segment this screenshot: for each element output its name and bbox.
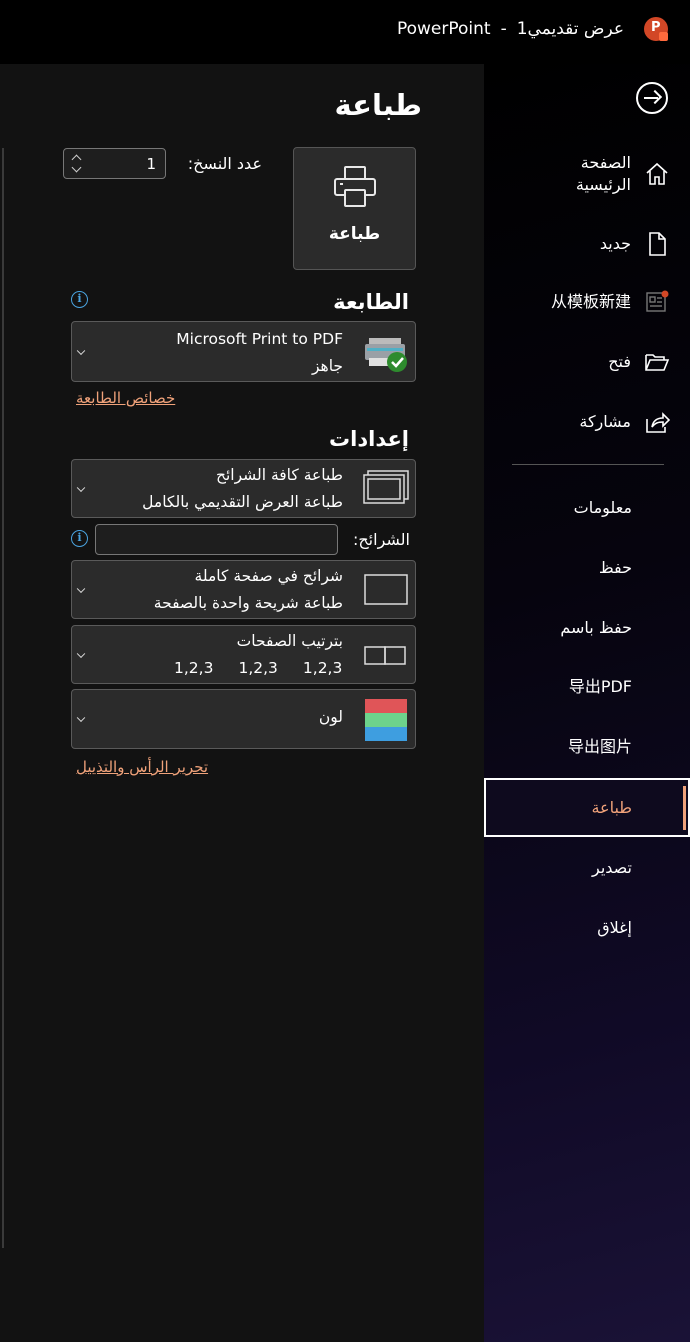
powerpoint-logo-icon (644, 17, 668, 41)
window-title: PowerPoint - عرض تقديمي1 (397, 19, 624, 39)
printer-status: جاهز (311, 357, 343, 375)
layout-desc: طباعة شريحة واحدة بالصفحة (153, 594, 343, 612)
new-doc-icon (649, 232, 666, 256)
collation-set: 1,2,3 (302, 659, 343, 677)
sidebar-item-label: 从模板新建 (550, 292, 631, 311)
sidebar-item-label: حفظ باسم (560, 618, 632, 637)
slides-range-desc: طباعة العرض التقديمي بالكامل (142, 493, 343, 511)
sidebar-item-export-image[interactable]: 导出图片 (484, 719, 690, 775)
color-title: لون (318, 708, 343, 726)
slides-input[interactable] (95, 524, 338, 555)
decrement-icon[interactable] (71, 162, 82, 173)
print-button-label: طباعة (328, 224, 381, 244)
print-pane: طباعة طباعة عدد النسخ: 1 الطابعة i Micro… (0, 64, 484, 1342)
full-page-slide-icon (364, 574, 408, 605)
sidebar-item-label: 导出图片 (567, 737, 632, 756)
home-icon (646, 162, 668, 185)
sidebar-item-save[interactable]: حفظ (484, 540, 690, 596)
preview-scrollbar[interactable] (0, 148, 4, 1248)
chevron-down-icon (76, 346, 86, 355)
slides-info-icon[interactable]: i (71, 530, 88, 547)
copies-value[interactable]: 1 (146, 155, 156, 173)
sidebar-item-label: حفظ (598, 558, 632, 577)
sidebar-item-label: جديد (599, 234, 631, 253)
folder-open-icon (645, 354, 670, 371)
all-slides-icon (363, 470, 409, 504)
sidebar-item-label: طباعة (591, 797, 632, 817)
chevron-down-icon (76, 584, 86, 593)
sidebar-item-new[interactable]: جديد (484, 216, 690, 272)
sidebar-item-home[interactable]: الصفحة الرئيسية (484, 146, 690, 202)
printer-properties-link[interactable]: خصائص الطابعة (76, 389, 175, 407)
sidebar-item-template[interactable]: 从模板新建 (484, 274, 690, 330)
back-arrow-icon[interactable] (636, 82, 668, 114)
chevron-down-icon (76, 649, 86, 658)
sidebar-item-label: 导出PDF (568, 677, 632, 696)
sidebar-divider (512, 464, 664, 465)
page-title: طباعة (334, 88, 422, 122)
sidebar-item-label: الصفحة الرئيسية (575, 153, 631, 194)
app-name: PowerPoint (396, 19, 491, 39)
template-icon (646, 290, 669, 312)
sidebar-item-close[interactable]: إغلاق (484, 900, 690, 956)
backstage-sidebar: الصفحة الرئيسية جديد 从模板新建 فتح مشاركة مع… (484, 64, 690, 1342)
title-bar: PowerPoint - عرض تقديمي1 (0, 0, 690, 64)
document-name: عرض تقديمي1 (516, 19, 624, 39)
sidebar-item-save-as[interactable]: حفظ باسم (484, 600, 690, 656)
chevron-down-icon (76, 713, 86, 723)
sidebar-item-label: فتح (608, 352, 631, 371)
collated-pages-icon (364, 646, 406, 665)
sidebar-item-open[interactable]: فتح (484, 334, 690, 390)
sidebar-item-export-pdf[interactable]: 导出PDF (484, 659, 690, 715)
layout-title: شرائح في صفحة كاملة (194, 567, 343, 585)
slides-range-title: طباعة كافة الشرائح (215, 466, 343, 484)
sidebar-item-export[interactable]: تصدير (484, 840, 690, 896)
sidebar-item-label: مشاركة (579, 412, 631, 431)
copies-label: عدد النسخ: (187, 154, 262, 173)
color-select[interactable]: لون (71, 689, 416, 749)
printer-ready-icon (365, 338, 407, 372)
printer-icon (334, 166, 376, 207)
printer-select[interactable]: Microsoft Print to PDF جاهز (71, 321, 416, 382)
settings-heading: إعدادات (329, 427, 409, 451)
sidebar-item-label: إغلاق (597, 918, 632, 937)
sidebar-item-label: معلومات (573, 498, 632, 517)
layout-select[interactable]: شرائح في صفحة كاملة طباعة شريحة واحدة با… (71, 560, 416, 619)
slides-label: الشرائح: (352, 530, 410, 549)
edit-header-footer-link[interactable]: تحرير الرأس والتذييل (76, 758, 208, 776)
printer-name: Microsoft Print to PDF (176, 330, 343, 348)
sidebar-item-label: تصدير (591, 858, 632, 877)
slides-range-select[interactable]: طباعة كافة الشرائح طباعة العرض التقديمي … (71, 459, 416, 518)
title-separator: - (500, 19, 507, 39)
copies-stepper[interactable]: 1 (63, 148, 166, 179)
sidebar-item-print[interactable]: طباعة (484, 778, 690, 837)
printer-heading: الطابعة (333, 290, 409, 314)
printer-info-icon[interactable]: i (71, 291, 88, 308)
share-icon (646, 412, 670, 433)
collation-set: 1,2,3 (238, 659, 278, 677)
collation-title: بترتيب الصفحات (236, 632, 343, 650)
chevron-down-icon (76, 483, 86, 492)
sidebar-item-info[interactable]: معلومات (484, 480, 690, 536)
print-button[interactable]: طباعة (293, 147, 416, 270)
sidebar-item-share[interactable]: مشاركة (484, 394, 690, 450)
collation-set: 1,2,3 (174, 659, 214, 677)
collation-select[interactable]: بترتيب الصفحات 1,2,3 1,2,3 1,2,3 (71, 625, 416, 684)
collation-sequence: 1,2,3 1,2,3 1,2,3 (174, 659, 342, 677)
color-swatch-icon (365, 699, 407, 741)
